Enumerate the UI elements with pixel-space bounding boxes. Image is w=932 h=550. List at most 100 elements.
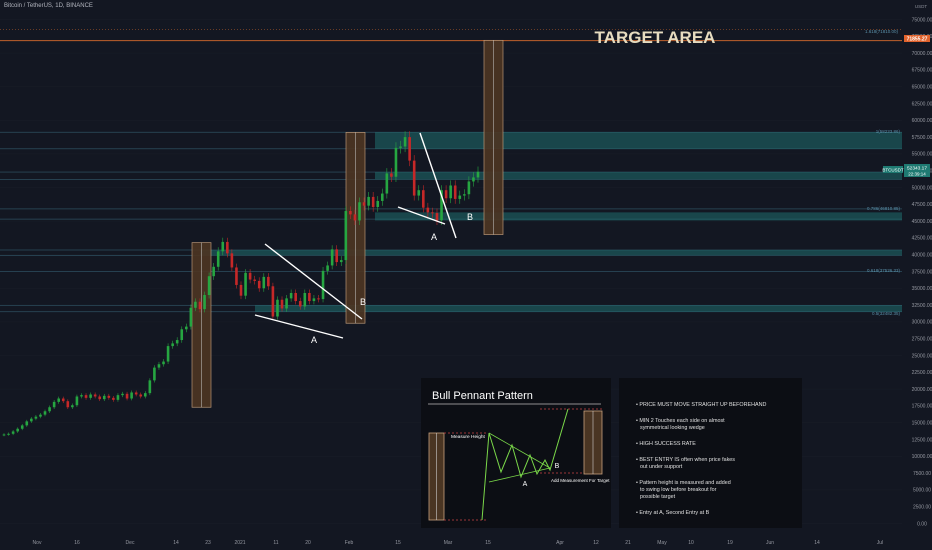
candle-body xyxy=(16,428,19,432)
zone-band xyxy=(375,132,902,149)
price-tick-label: 12500.00 xyxy=(912,437,932,443)
candle-body xyxy=(34,416,38,419)
candle-body xyxy=(303,293,307,307)
candle-body xyxy=(267,276,270,287)
diagram-title: Bull Pennant Pattern xyxy=(432,390,533,402)
candle-body xyxy=(175,340,179,344)
note-item: • HIGH SUCCESS RATE xyxy=(636,441,696,447)
price-tick-label: 60000.00 xyxy=(912,118,932,124)
fib-label-05: 0.5(32482.35) xyxy=(872,311,901,316)
price-tick-label: 5000.00 xyxy=(913,488,931,494)
candle-body xyxy=(230,253,234,268)
candle-body xyxy=(194,301,197,308)
candle-body xyxy=(335,249,339,263)
candle-body xyxy=(93,394,97,397)
add-measurement-label: Add Measurement For Target xyxy=(551,478,610,483)
candle-body xyxy=(180,329,184,341)
candle-body xyxy=(11,431,15,434)
candle-body xyxy=(412,160,416,196)
candle-body xyxy=(276,299,279,317)
candle-body xyxy=(385,173,389,194)
candle-body xyxy=(61,398,65,402)
fib-label-1618: 1.618(71810.00) xyxy=(865,29,899,34)
candle-body xyxy=(162,361,165,365)
candle-body xyxy=(80,395,83,397)
candle-body xyxy=(317,298,320,300)
candle-body xyxy=(185,326,188,330)
candle-body xyxy=(248,272,252,280)
fib-label-1: 1(58233.86) xyxy=(876,129,901,134)
candle-body xyxy=(116,395,120,400)
candle-body xyxy=(312,298,316,302)
candle-body xyxy=(244,272,247,296)
time-tick-label: 14 xyxy=(814,540,820,546)
price-tick-label: 0.00 xyxy=(917,521,927,527)
time-tick-label: Jul xyxy=(877,540,883,546)
time-tick-label: 2021 xyxy=(234,540,245,546)
candle-body xyxy=(71,405,74,408)
price-tick-label: 40000.00 xyxy=(912,253,932,259)
time-tick-label: Dec xyxy=(126,540,135,546)
price-tick-label: 7500.00 xyxy=(913,471,931,477)
candle-body xyxy=(376,200,380,207)
fib-label-0618: 0.618(37536.33) xyxy=(867,268,901,273)
label-b-second-pennant: B xyxy=(467,212,473,222)
candle-body xyxy=(2,434,6,436)
price-tick-label: 10000.00 xyxy=(912,454,932,460)
candle-body xyxy=(30,418,33,422)
candle-body xyxy=(371,196,375,207)
candle-body xyxy=(39,414,42,417)
bull-pennant-diagram-panel: Bull Pennant Pattern Measure Height A B … xyxy=(421,378,611,528)
candle-body xyxy=(25,421,29,426)
price-tick-label: 20000.00 xyxy=(912,387,932,393)
candle-body xyxy=(139,394,143,397)
candle-body xyxy=(289,293,293,299)
currency-label: USDT xyxy=(915,4,928,9)
candle-body xyxy=(308,293,311,302)
candle-body xyxy=(157,364,161,368)
time-tick-label: 23 xyxy=(205,540,211,546)
candle-body xyxy=(349,211,352,215)
candle-body xyxy=(130,392,133,399)
candle-body xyxy=(344,211,348,261)
candle-body xyxy=(102,395,106,400)
candle-body xyxy=(235,267,238,285)
candle-body xyxy=(417,190,421,196)
candle-body xyxy=(467,181,471,195)
candle-body xyxy=(472,177,475,182)
candle-body xyxy=(367,196,370,206)
time-tick-label: 12 xyxy=(593,540,599,546)
symbol-tag-label: BTCUSDT xyxy=(882,168,904,173)
candle-body xyxy=(435,213,439,221)
price-tick-label: 30000.00 xyxy=(912,320,932,326)
time-tick-label: 15 xyxy=(395,540,401,546)
candle-body xyxy=(226,241,229,254)
candle-body xyxy=(380,193,384,201)
price-tick-label: 27500.00 xyxy=(912,337,932,343)
candle-body xyxy=(422,190,425,208)
candle-body xyxy=(285,298,288,309)
diagram-label-a: A xyxy=(523,481,528,488)
candle-body xyxy=(449,185,452,199)
target-area-label: TARGET AREA xyxy=(595,28,716,47)
candle-body xyxy=(7,433,10,435)
candle-body xyxy=(189,307,193,327)
time-tick-label: 14 xyxy=(173,540,179,546)
candle-body xyxy=(399,146,402,148)
time-tick-label: Feb xyxy=(345,540,354,546)
candle-body xyxy=(253,279,256,281)
candle-body xyxy=(353,214,357,221)
candle-body xyxy=(408,137,411,161)
price-tick-label: 22500.00 xyxy=(912,370,932,376)
price-chart[interactable]: TARGET AREA A B A B 1.618(71810.00) 1(58… xyxy=(0,0,932,550)
candle-body xyxy=(171,343,174,347)
candle-body xyxy=(121,393,124,396)
bar-countdown: 22:39:14 xyxy=(908,172,926,177)
candle-body xyxy=(66,401,70,408)
zone-band xyxy=(375,172,902,180)
candle-body xyxy=(476,171,480,178)
time-tick-label: Jun xyxy=(766,540,774,546)
time-tick-label: 19 xyxy=(727,540,733,546)
price-tick-label: 47500.00 xyxy=(912,202,932,208)
candle-body xyxy=(298,301,302,307)
